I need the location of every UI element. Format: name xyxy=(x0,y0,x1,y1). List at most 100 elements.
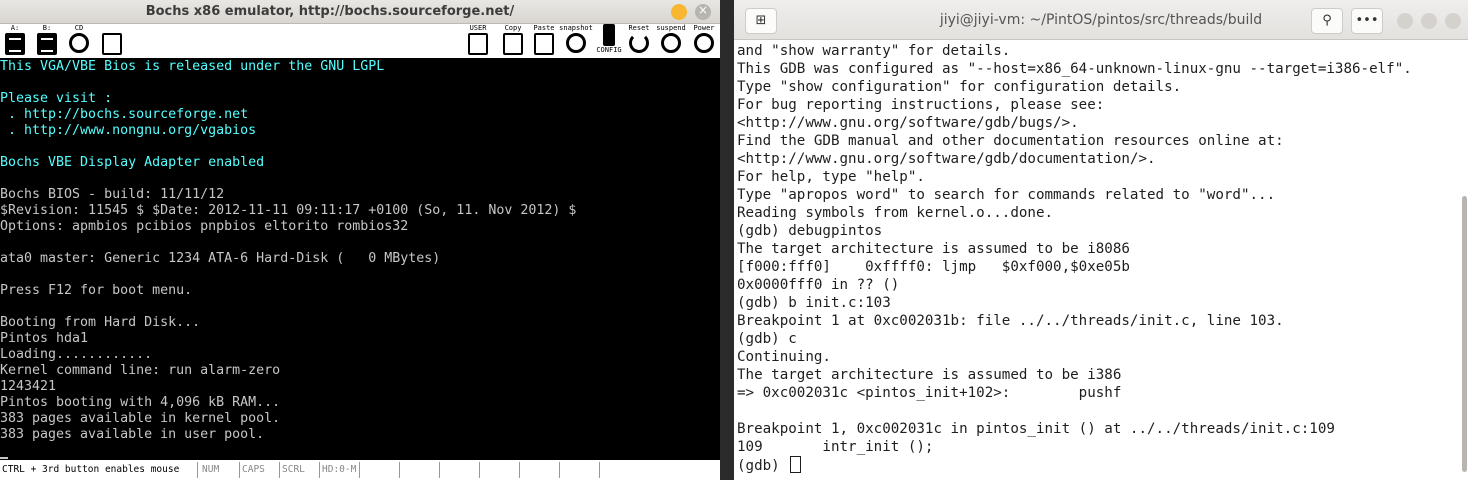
status-cell xyxy=(360,462,400,478)
prompt-line[interactable]: (gdb) xyxy=(737,456,1457,474)
terminal-line: and "show warranty" for details. xyxy=(737,43,1011,59)
reset-icon xyxy=(629,33,649,53)
terminal-output[interactable]: and "show warranty" for details. This GD… xyxy=(737,42,1457,480)
terminal-line: For help, type "help". xyxy=(737,169,925,185)
user-button[interactable]: USER xyxy=(464,24,492,58)
terminal-line: Breakpoint 1 at 0xc002031b: file ../../t… xyxy=(737,313,1284,329)
suspend-label: suspend xyxy=(656,24,686,32)
terminal-line: For bug reporting instructions, please s… xyxy=(737,97,1105,113)
terminal-window-title: jiyi@jiyi-vm: ~/PintOS/pintos/src/thread… xyxy=(939,12,1263,28)
menu-button[interactable]: ••• xyxy=(1351,8,1383,34)
status-cell xyxy=(520,462,560,478)
screen-line: Booting from Hard Disk... xyxy=(0,315,201,330)
num-lock-indicator: NUM xyxy=(200,462,240,478)
screen-line xyxy=(0,235,720,251)
vga-screen[interactable]: This VGA/VBE Bios is released under the … xyxy=(0,58,720,460)
suspend-button[interactable]: suspend xyxy=(652,24,690,58)
copy-label: Copy xyxy=(504,24,522,32)
cdrom-icon xyxy=(69,33,89,53)
terminal-line: [f000:fff0] 0xffff0: ljmp $0xf000,$0xe05… xyxy=(737,259,1130,275)
screen-line xyxy=(0,299,720,315)
screen-line: Please visit : xyxy=(0,91,113,106)
copy-button[interactable]: Copy xyxy=(500,24,526,58)
status-cell xyxy=(560,462,600,478)
floppy-a-button[interactable]: A: xyxy=(4,24,26,58)
mouse-icon xyxy=(102,33,122,55)
screen-line: Kernel command line: run alarm-zero xyxy=(0,363,281,378)
status-cell xyxy=(400,462,440,478)
terminal-line: (gdb) b init.c:103 xyxy=(737,295,891,311)
screen-line: 383 pages available in user pool. xyxy=(0,427,265,442)
bochs-titlebar[interactable]: Bochs x86 emulator, http://bochs.sourcef… xyxy=(0,0,720,24)
scrollbar[interactable] xyxy=(1462,196,1467,472)
minimize-button[interactable] xyxy=(671,4,687,20)
screen-line: ata0 master: Generic 1234 ATA-6 Hard-Dis… xyxy=(0,251,441,266)
more-icon: ••• xyxy=(1355,13,1379,28)
screen-line: Loading............ xyxy=(0,347,153,362)
terminal-line: Breakpoint 1, 0xc002031c in pintos_init … xyxy=(737,421,1335,437)
new-tab-icon: ⊞ xyxy=(755,13,767,28)
terminal-line: Find the GDB manual and other documentat… xyxy=(737,133,1284,149)
bochs-statusbar: CTRL + 3rd button enables mouse NUM CAPS… xyxy=(0,460,720,480)
terminal-line: <http://www.gnu.org/software/gdb/documen… xyxy=(737,151,1156,167)
maximize-button[interactable] xyxy=(1421,13,1437,29)
floppy-b-icon xyxy=(37,33,57,55)
terminal-line: (gdb) debugpintos xyxy=(737,223,883,239)
screen-line: Pintos booting with 4,096 kB RAM... xyxy=(0,395,281,410)
terminal-line: Continuing. xyxy=(737,349,831,365)
floppy-a-label: A: xyxy=(10,24,20,32)
bochs-toolbar: A: B: CD USER Copy Paste snapshot CONFIG… xyxy=(0,24,720,58)
terminal-line: The target architecture is assumed to be… xyxy=(737,367,1122,383)
power-icon xyxy=(694,33,714,53)
terminal-line: Type "apropos word" to search for comman… xyxy=(737,187,1276,203)
screen-line: $Revision: 11545 $ $Date: 2012-11-11 09:… xyxy=(0,203,577,218)
config-label: CONFIG xyxy=(596,46,622,54)
snapshot-label: snapshot xyxy=(559,24,593,32)
terminal-line: (gdb) c xyxy=(737,331,797,347)
floppy-b-button[interactable]: B: xyxy=(36,24,58,58)
mouse-hint: CTRL + 3rd button enables mouse xyxy=(0,462,198,478)
close-button[interactable]: × xyxy=(695,3,711,20)
terminal-titlebar[interactable]: ⊞ jiyi@jiyi-vm: ~/PintOS/pintos/src/thre… xyxy=(734,0,1468,40)
cdrom-button[interactable]: CD xyxy=(66,24,92,58)
terminal-line: 109 intr_init (); xyxy=(737,439,934,455)
search-button[interactable]: ⚲ xyxy=(1311,8,1343,34)
screen-line: This VGA/VBE Bios is released under the … xyxy=(0,59,385,74)
reset-button[interactable]: Reset xyxy=(626,24,652,58)
terminal-line: <http://www.gnu.org/software/gdb/bugs/>. xyxy=(737,115,1079,131)
bochs-window: Bochs x86 emulator, http://bochs.sourcef… xyxy=(0,0,720,480)
camera-icon xyxy=(566,33,586,53)
paste-label: Paste xyxy=(533,24,555,32)
caps-lock-indicator: CAPS xyxy=(240,462,280,478)
config-button[interactable]: CONFIG xyxy=(594,24,624,58)
suspend-icon xyxy=(661,33,681,53)
terminal-line: The target architecture is assumed to be… xyxy=(737,241,1130,257)
screen-line: . http://www.nongnu.org/vgabios xyxy=(0,123,257,138)
snapshot-button[interactable]: snapshot xyxy=(558,24,594,58)
minimize-button[interactable] xyxy=(1397,13,1413,29)
floppy-a-icon xyxy=(5,33,25,55)
screen-line: Pintos hda1 xyxy=(0,331,89,346)
terminal-window: ⊞ jiyi@jiyi-vm: ~/PintOS/pintos/src/thre… xyxy=(734,0,1468,480)
hd-indicator: HD:0-M xyxy=(320,462,360,478)
power-button[interactable]: Power xyxy=(688,24,720,58)
close-icon: × xyxy=(697,3,709,17)
close-button[interactable] xyxy=(1445,13,1461,29)
keyboard-icon xyxy=(468,33,488,55)
screen-line xyxy=(0,171,720,187)
paste-icon xyxy=(534,33,554,55)
terminal-line: Reading symbols from kernel.o...done. xyxy=(737,205,1054,221)
gdb-prompt: (gdb) xyxy=(737,458,789,474)
terminal-line: This GDB was configured as "--host=x86_6… xyxy=(737,61,1412,77)
paste-button[interactable]: Paste xyxy=(530,24,558,58)
new-tab-button[interactable]: ⊞ xyxy=(745,8,777,34)
screen-line: 1243421 xyxy=(0,379,57,394)
terminal-cursor xyxy=(790,456,802,473)
status-cell xyxy=(480,462,520,478)
mouse-capture-button[interactable] xyxy=(98,24,126,58)
screen-line xyxy=(0,267,720,283)
config-icon xyxy=(603,24,615,46)
screen-line xyxy=(0,139,720,155)
user-label: USER xyxy=(469,24,487,32)
